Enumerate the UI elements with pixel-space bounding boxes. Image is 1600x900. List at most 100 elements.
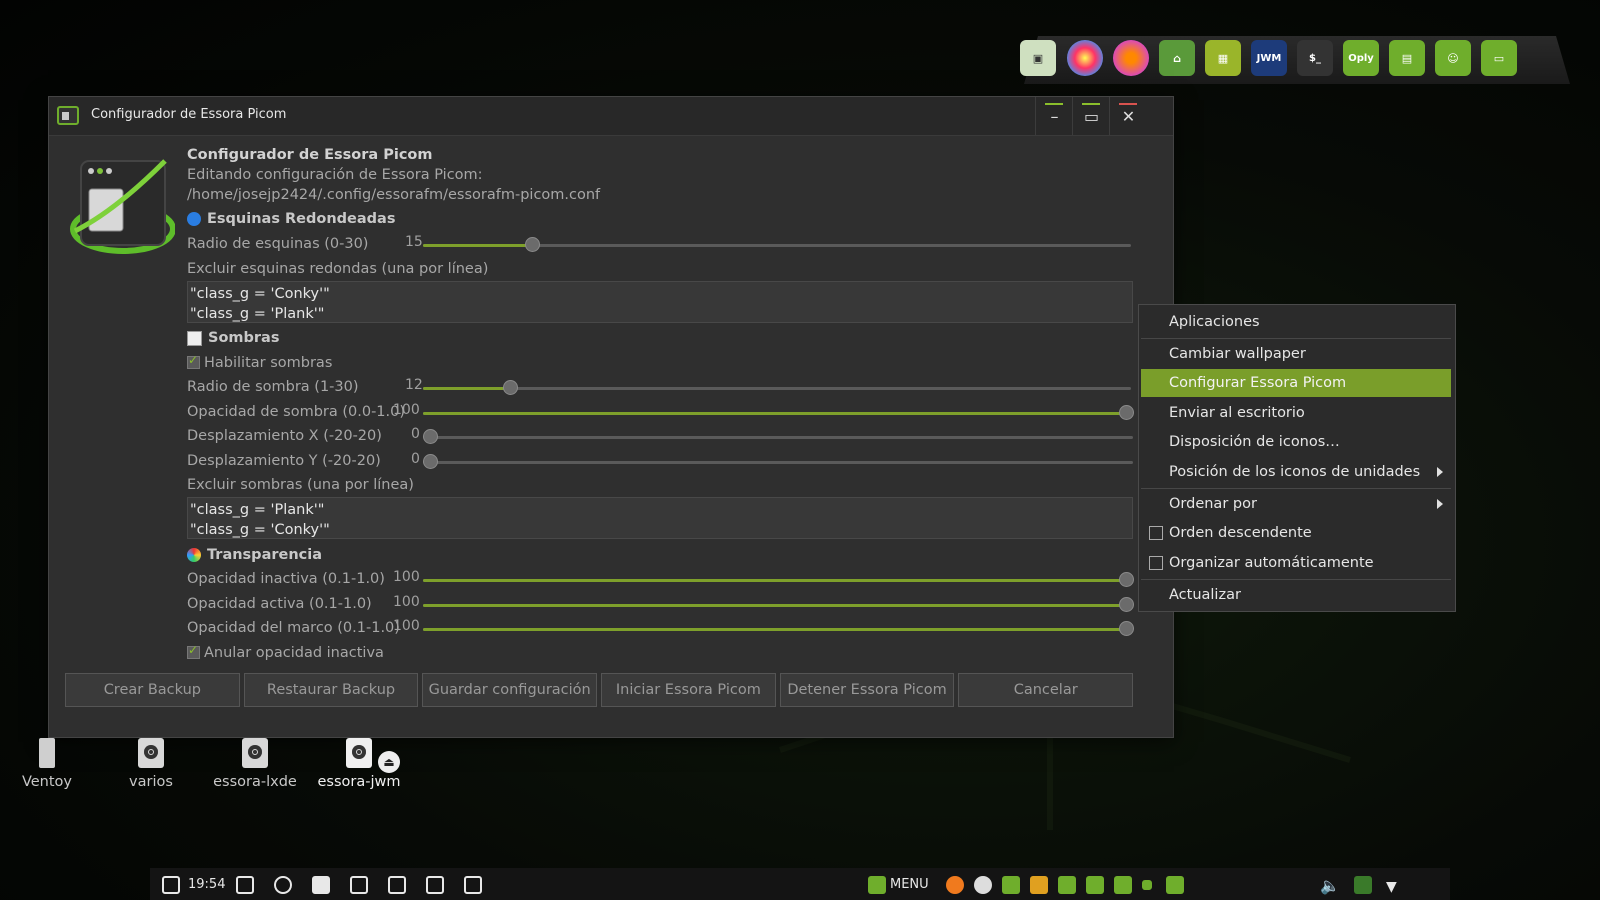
hard-disk-icon [138, 738, 164, 768]
jwm-config-icon[interactable]: JWM [1251, 40, 1287, 76]
picom-task-icon[interactable] [1166, 876, 1184, 894]
menu-item-sort-by[interactable]: Ordenar por [1141, 490, 1451, 518]
offset-y-slider[interactable]: 0 [411, 451, 1133, 471]
terminal-icon[interactable] [350, 876, 368, 894]
checkbox-icon [1149, 556, 1163, 570]
clock[interactable]: 19:54 [188, 874, 225, 894]
slider-handle[interactable] [423, 454, 438, 469]
firefox-icon[interactable] [1113, 40, 1149, 76]
menu-item-icon-layout[interactable]: Disposición de iconos… [1141, 428, 1451, 456]
config-title: Configurador de Essora Picom [187, 147, 433, 163]
show-desktop-icon[interactable] [236, 876, 254, 894]
firefox-task-icon[interactable] [946, 876, 964, 894]
save-config-button[interactable]: Guardar configuración [422, 673, 598, 707]
oply-screen-icon[interactable]: ☺ [1435, 40, 1471, 76]
package-manager-icon[interactable] [426, 876, 444, 894]
exclude-shadows-label: Excluir sombras (una por línea) [187, 477, 414, 493]
desktop-icon-ventoy[interactable]: Ventoy [2, 738, 92, 790]
minimize-button[interactable]: – [1035, 97, 1073, 135]
slider-handle[interactable] [503, 380, 518, 395]
usb-drive-icon [39, 738, 55, 768]
desktop-icon-essora-lxde[interactable]: essora-lxde [210, 738, 300, 790]
stop-picom-button[interactable]: Detener Essora Picom [779, 673, 955, 707]
enable-shadows-checkbox[interactable]: Habilitar sombras [187, 353, 332, 371]
menu-item-refresh[interactable]: Actualizar [1141, 581, 1451, 609]
active-opacity-label: Opacidad activa (0.1-1.0) [187, 596, 372, 612]
color-app-icon[interactable] [1067, 40, 1103, 76]
usb-drive-icon[interactable]: ▣ [1020, 40, 1056, 76]
package-icon[interactable]: ▦ [1205, 40, 1241, 76]
menu-item-descending-order[interactable]: Orden descendente [1141, 519, 1451, 547]
slider-handle[interactable] [423, 429, 438, 444]
calendar-icon[interactable] [162, 876, 180, 894]
override-inactive-checkbox[interactable]: Anular opacidad inactiva [187, 643, 384, 661]
folder-icon[interactable] [312, 876, 330, 894]
oply-radio-icon[interactable]: ▤ [1389, 40, 1425, 76]
menu-item-send-to-desktop[interactable]: Enviar al escritorio [1141, 399, 1451, 427]
exclude-corners-textarea[interactable]: "class_g = 'Conky'" "class_g = 'Plank'" [187, 281, 1133, 323]
frame-opacity-label: Opacidad del marco (0.1-1.0) [187, 620, 400, 636]
app-task-icon[interactable] [1002, 876, 1020, 894]
desktop-icon-varios[interactable]: varios [106, 738, 196, 790]
github-task-icon[interactable] [974, 876, 992, 894]
inactive-opacity-slider[interactable]: 100 [393, 569, 1134, 589]
close-button[interactable]: ✕ [1109, 97, 1147, 135]
oply-video-icon[interactable]: ▭ [1481, 40, 1517, 76]
home-folder-icon[interactable]: ⌂ [1159, 40, 1195, 76]
section-rounded-corners: Esquinas Redondeadas [187, 211, 395, 227]
slider-handle[interactable] [525, 237, 540, 252]
menu-item-configure-picom[interactable]: Configurar Essora Picom [1141, 369, 1451, 397]
volume-icon[interactable]: 🔈 [1320, 876, 1340, 895]
section-shadows: Sombras [187, 330, 279, 346]
corner-radius-label: Radio de esquinas (0-30) [187, 236, 369, 252]
restore-backup-button[interactable]: Restaurar Backup [243, 673, 419, 707]
slider-handle[interactable] [1119, 597, 1134, 612]
frame-opacity-slider[interactable]: 100 [393, 618, 1134, 638]
hand-task-icon[interactable] [1030, 876, 1048, 894]
config-path: /home/josejp2424/.config/essorafm/essora… [187, 187, 601, 203]
create-backup-button[interactable]: Crear Backup [65, 673, 240, 707]
menu-button[interactable]: MENU [890, 874, 929, 894]
shadow-radius-label: Radio de sombra (1-30) [187, 379, 359, 395]
taskbar: 19:54 MENU 🔈 ▼ [150, 868, 1450, 900]
text-editor-icon[interactable] [388, 876, 406, 894]
corner-radius-slider[interactable]: 15 [405, 234, 1133, 254]
active-opacity-slider[interactable]: 100 [393, 594, 1134, 614]
inactive-opacity-label: Opacidad inactiva (0.1-1.0) [187, 571, 385, 587]
cancel-button[interactable]: Cancelar [958, 673, 1134, 707]
shadow-radius-slider[interactable]: 12 [405, 377, 1133, 397]
menu-item-change-wallpaper[interactable]: Cambiar wallpaper [1141, 340, 1451, 368]
tray-app-icon[interactable] [1354, 876, 1372, 894]
shadow-opacity-slider[interactable]: 100 [393, 402, 1134, 422]
slider-handle[interactable] [1119, 405, 1134, 420]
eject-icon[interactable]: ⏏ [378, 751, 400, 773]
app-task-icon[interactable] [1142, 880, 1152, 890]
start-picom-button[interactable]: Iniciar Essora Picom [601, 673, 776, 707]
firefox-icon[interactable] [274, 876, 292, 894]
menu-item-drive-icon-position[interactable]: Posición de los iconos de unidades [1141, 458, 1451, 486]
network-icon[interactable]: ▼ [1386, 876, 1404, 895]
slider-handle[interactable] [1119, 572, 1134, 587]
app-task-icon[interactable] [1058, 876, 1076, 894]
desktop-context-menu: Aplicaciones Cambiar wallpaper Configura… [1138, 304, 1456, 612]
oply-icon[interactable]: Oply [1343, 40, 1379, 76]
maximize-button[interactable]: ▭ [1072, 97, 1110, 135]
window-titlebar[interactable]: Configurador de Essora Picom – ▭ ✕ [49, 97, 1173, 136]
window-title: Configurador de Essora Picom [91, 107, 287, 122]
slider-handle[interactable] [1119, 621, 1134, 636]
exclude-shadows-textarea[interactable]: "class_g = 'Plank'" "class_g = 'Conky'" [187, 497, 1133, 539]
offset-x-slider[interactable]: 0 [411, 426, 1133, 446]
app-task-icon[interactable] [1114, 876, 1132, 894]
palette-icon [187, 548, 201, 562]
blue-circle-icon [187, 212, 201, 226]
menu-item-auto-arrange[interactable]: Organizar automáticamente [1141, 549, 1451, 577]
logout-icon[interactable] [464, 876, 482, 894]
menu-home-icon[interactable] [868, 876, 886, 894]
app-task-icon[interactable] [1086, 876, 1104, 894]
hard-disk-icon [242, 738, 268, 768]
app-icon [57, 106, 79, 125]
menu-item-applications[interactable]: Aplicaciones [1141, 308, 1451, 336]
terminal-icon[interactable]: $_ [1297, 40, 1333, 76]
offset-y-label: Desplazamiento Y (-20-20) [187, 453, 381, 469]
hard-disk-icon [346, 738, 372, 768]
